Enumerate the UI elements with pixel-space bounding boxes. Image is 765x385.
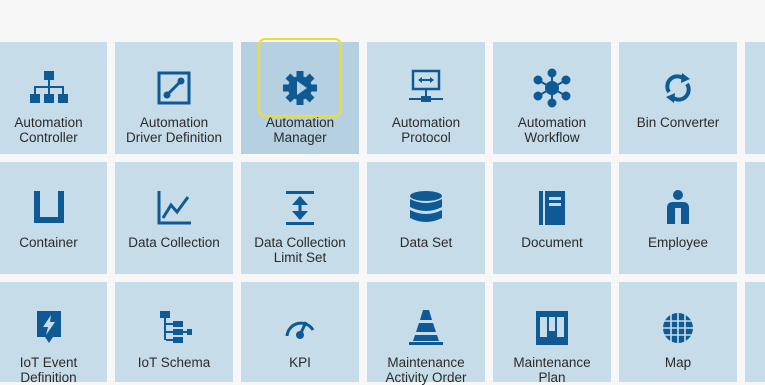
map-icon [658,308,698,348]
refresh-icon [658,68,698,108]
schema-icon [154,308,194,348]
tile-label: Employee [647,235,709,250]
maintenance-plan-icon [532,308,572,348]
tile-label: Maintenance Plan [513,355,591,385]
limit-set-icon [280,188,320,228]
driver-link-icon [154,68,194,108]
tile-maintenance-activity-order[interactable]: Maintenance Activity Order [367,282,485,385]
tile-data-collection-limit-set[interactable]: Data Collection Limit Set [241,162,359,274]
tile-document[interactable]: Document [493,162,611,274]
tile-partial[interactable] [745,42,765,154]
tile-label: Automation Controller [14,115,83,145]
tile-label: Automation Protocol [391,115,461,145]
cone-icon [406,308,446,348]
hierarchy-icon [29,68,69,108]
tile-automation-workflow[interactable]: Automation Workflow [493,42,611,154]
tile-kpi[interactable]: KPI [241,282,359,382]
tile-employee[interactable]: Employee [619,162,737,274]
tile-automation-controller[interactable]: Automation Controller [0,42,107,154]
document-icon [532,188,572,228]
employee-icon [658,188,698,228]
tile-label: Maintenance Activity Order [385,355,467,385]
tile-label: IoT Event Definition [19,355,78,385]
tile-data-collection[interactable]: Data Collection [115,162,233,274]
tile-partial[interactable] [745,282,765,382]
tile-bin-converter[interactable]: Bin Converter [619,42,737,154]
protocol-icon [406,68,446,108]
gear-play-icon [280,68,320,108]
line-chart-icon [154,188,194,228]
tile-label: Document [521,235,583,250]
tile-label: IoT Schema [137,355,211,370]
tile-label: Map [664,355,692,370]
tile-iot-schema[interactable]: IoT Schema [115,282,233,382]
database-icon [406,188,446,228]
gauge-icon [280,308,320,348]
tile-container[interactable]: Container [0,162,107,274]
tile-map[interactable]: Map [619,282,737,382]
iot-event-icon [29,308,69,348]
tile-maintenance-plan[interactable]: Maintenance Plan [493,282,611,385]
tile-automation-driver-definition[interactable]: Automation Driver Definition [115,42,233,154]
tile-automation-protocol[interactable]: Automation Protocol [367,42,485,154]
container-icon [29,188,69,228]
entity-tile-grid: Automation Controller Automation Driver De… [0,0,765,385]
tile-automation-manager[interactable]: Automation Manager [241,42,359,154]
workflow-icon [532,68,572,108]
tile-iot-event-definition[interactable]: IoT Event Definition [0,282,107,385]
tile-label: Automation Manager [265,115,335,145]
tile-label: Bin Converter [636,115,720,130]
tile-label: Automation Workflow [517,115,587,145]
tile-data-set[interactable]: Data Set [367,162,485,274]
tile-label: Automation Driver Definition [125,115,223,145]
tile-partial[interactable] [745,162,765,274]
tile-label: KPI [289,355,311,370]
tile-label: Data Set [399,235,453,250]
tile-label: Container [19,235,78,250]
tile-label: Data Collection Limit Set [254,235,346,265]
tile-label: Data Collection [128,235,220,250]
